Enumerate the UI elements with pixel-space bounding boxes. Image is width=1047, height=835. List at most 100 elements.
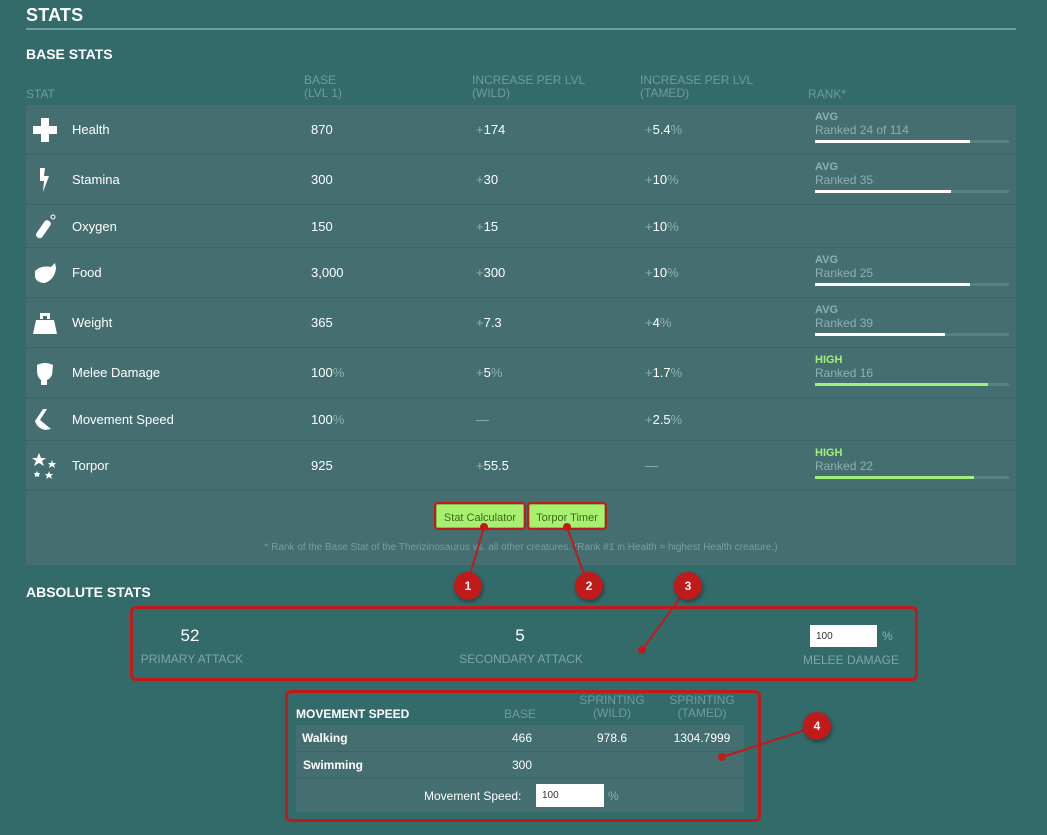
stat-wild: +30	[476, 172, 498, 187]
mv-name: Walking	[302, 731, 348, 745]
stat-base-value: 365	[311, 315, 333, 330]
rank-bar	[815, 140, 1009, 143]
annotation-marker-1: 1	[454, 572, 482, 600]
rank-bar-fill	[815, 383, 988, 386]
stat-rank: HIGH Ranked 22	[815, 448, 1009, 479]
stat-base-value: 3,000	[311, 265, 344, 280]
rank-level: AVG	[815, 111, 839, 123]
col-header-base-line2: (LVL 1)	[304, 86, 343, 100]
stat-name: Food	[72, 265, 102, 280]
stat-base-value: 100	[311, 412, 333, 427]
stat-row-weight: Weight 365 +7.3 +4% AVG Ranked 39	[26, 298, 1016, 348]
rank-level: HIGH	[815, 447, 843, 459]
rank-text: Ranked 39	[815, 316, 874, 330]
stat-wild: +300	[476, 265, 505, 280]
torpor-timer-button[interactable]: Torpor Timer	[529, 504, 605, 528]
rank-footnote: * Rank of the Base Stat of the Therizino…	[264, 542, 778, 553]
mv-header-wild: SPRINTING (WILD)	[574, 694, 650, 720]
mv-base: 466	[511, 731, 533, 745]
stat-wild-prefix: +	[476, 458, 484, 473]
stat-wild: +5%	[476, 365, 502, 380]
stat-base-value: 100	[311, 365, 333, 380]
col-header-rank: RANK*	[808, 87, 847, 101]
stat-tamed: +10%	[645, 219, 679, 234]
rank-level: AVG	[815, 254, 839, 266]
stat-rank: AVG Ranked 39	[815, 305, 1009, 336]
rank-level: HIGH	[815, 354, 843, 366]
stat-tamed-value: 1.7	[652, 365, 671, 380]
stat-tamed-value: —	[645, 458, 658, 473]
annotation-marker-2: 2	[575, 572, 603, 600]
stat-base: 100%	[311, 365, 344, 380]
stat-base: 150	[311, 219, 333, 234]
stat-tamed-prefix: +	[645, 219, 653, 234]
stat-rank: HIGH Ranked 16	[815, 355, 1009, 386]
stat-tamed: —	[645, 458, 658, 473]
rank-text: Ranked 22	[815, 459, 874, 473]
col-header-base: BASE (LVL 1)	[304, 74, 342, 100]
stat-base-unit: %	[332, 365, 345, 380]
rank-bar	[815, 283, 1009, 286]
stat-rank: AVG Ranked 24 of 114	[815, 112, 1009, 143]
stat-name: Oxygen	[72, 219, 117, 234]
movement-speed-input[interactable]	[536, 784, 604, 807]
stat-tamed-prefix: +	[645, 365, 653, 380]
melee-damage-unit: %	[882, 629, 893, 643]
stat-wild-value: 15	[483, 219, 499, 234]
col-header-wild: INCREASE PER LVL (WILD)	[472, 74, 585, 100]
mv-header-base: BASE	[503, 707, 536, 721]
stat-base-value: 300	[311, 172, 333, 187]
stat-tamed-unit: %	[667, 265, 679, 280]
stat-tamed-prefix: +	[645, 265, 653, 280]
stat-base: 300	[311, 172, 333, 187]
stat-base: 3,000	[311, 265, 344, 280]
stat-name: Melee Damage	[72, 365, 161, 380]
stat-wild-value: 30	[483, 172, 499, 187]
stat-base-value: 150	[311, 219, 333, 234]
col-header-tamed-line2: (TAMED)	[640, 86, 690, 100]
weight-icon	[31, 309, 59, 337]
stat-tamed-value: 10	[652, 172, 668, 187]
stat-tamed: +1.7%	[645, 365, 682, 380]
stat-wild-prefix: +	[476, 365, 484, 380]
stat-tamed-prefix: +	[645, 412, 653, 427]
rank-level: AVG	[815, 161, 839, 173]
stat-tamed: +2.5%	[645, 412, 682, 427]
stat-base-unit: %	[332, 412, 345, 427]
stat-row-health: Health 870 +174 +5.4% AVG Ranked 24 of 114	[26, 105, 1016, 155]
stat-base: 925	[311, 458, 333, 473]
stat-base-value: 925	[311, 458, 333, 473]
stat-tamed-prefix: +	[645, 172, 653, 187]
stat-wild: +7.3	[476, 315, 502, 330]
stat-name: Stamina	[72, 172, 120, 187]
stat-tamed-unit: %	[667, 172, 679, 187]
stat-wild-prefix: +	[476, 265, 484, 280]
stat-tamed-unit: %	[670, 365, 683, 380]
rank-bar	[815, 476, 1009, 479]
stat-tamed-unit: %	[667, 219, 679, 234]
stat-row-torpor: Torpor 925 +55.5 — HIGH Ranked 22	[26, 441, 1016, 491]
stat-base-value: 870	[311, 122, 333, 137]
stat-tamed: +10%	[645, 172, 679, 187]
primary-attack-value: 52	[180, 626, 200, 645]
melee-damage-input[interactable]	[810, 625, 877, 647]
rank-bar-fill	[815, 283, 971, 286]
stat-base: 100%	[311, 412, 344, 427]
movement-speed-title: MOVEMENT SPEED	[296, 707, 410, 721]
stat-tamed-unit: %	[670, 412, 683, 427]
stat-wild-value: 55.5	[483, 458, 509, 473]
movement-foot-icon	[31, 406, 59, 434]
mv-header-tamed: SPRINTING (TAMED)	[664, 694, 740, 720]
stat-tamed-value: 10	[652, 219, 668, 234]
stat-calculator-button[interactable]: Stat Calculator	[436, 504, 524, 528]
torpor-stars-icon	[31, 452, 59, 480]
mv-input-label: Movement Speed:	[424, 789, 522, 803]
rank-bar	[815, 190, 1009, 193]
stat-base: 870	[311, 122, 333, 137]
stat-tamed-value: 5.4	[652, 122, 671, 137]
col-header-tamed: INCREASE PER LVL (TAMED)	[640, 74, 753, 100]
stats-title: STATS	[26, 5, 84, 25]
mv-tamed: 1304.7999	[673, 731, 731, 745]
stat-tamed-value: 4	[652, 315, 660, 330]
rank-bar	[815, 383, 1009, 386]
